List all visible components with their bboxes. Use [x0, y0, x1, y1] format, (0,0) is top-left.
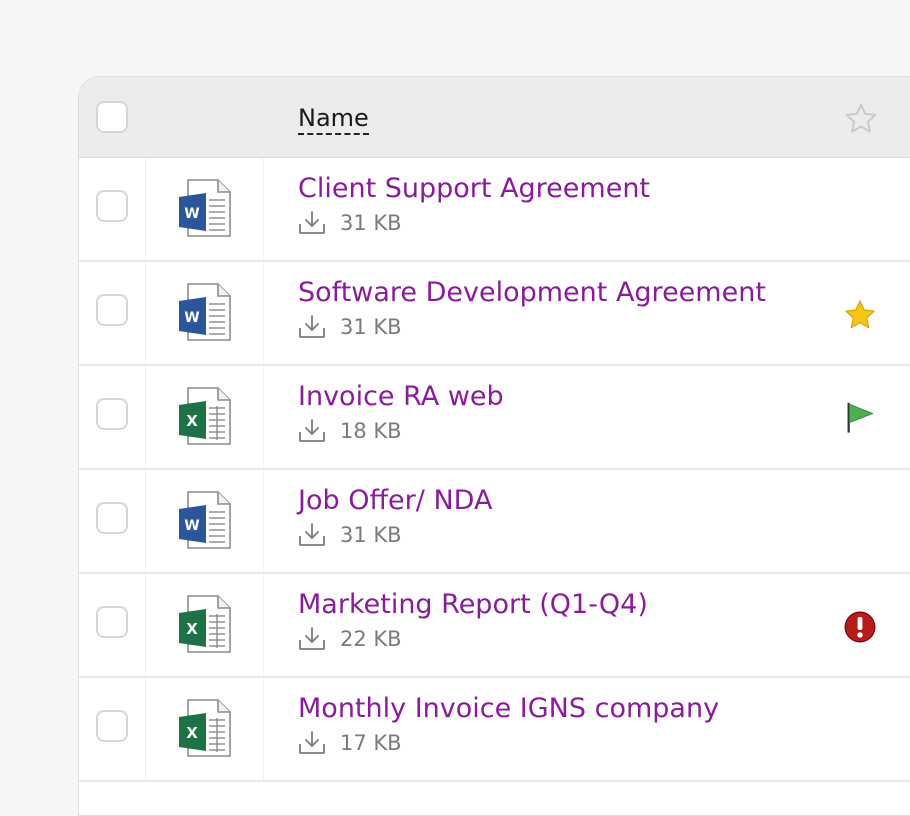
download-icon[interactable]	[298, 730, 326, 756]
row-checkbox[interactable]	[96, 710, 128, 742]
file-name-link[interactable]: Job Offer/ NDA	[298, 484, 492, 518]
file-name-link[interactable]: Client Support Agreement	[298, 172, 650, 206]
file-row[interactable]: X Marketing Report (Q1-Q4) 22 KB	[79, 574, 910, 678]
star-icon[interactable]	[843, 298, 877, 332]
file-size: 31 KB	[340, 523, 402, 547]
excel-file-icon: X	[179, 595, 231, 653]
file-row[interactable]: W Client Support Agreement 31 KB	[79, 158, 910, 262]
svg-text:X: X	[186, 620, 198, 638]
file-name-link[interactable]: Software Development Agreement	[298, 276, 766, 310]
flag-icon[interactable]	[843, 400, 877, 434]
row-checkbox[interactable]	[96, 502, 128, 534]
download-icon[interactable]	[298, 626, 326, 652]
file-size: 18 KB	[340, 419, 402, 443]
excel-file-icon: X	[179, 387, 231, 445]
file-row[interactable]: W Job Offer/ NDA 31 KB	[79, 470, 910, 574]
file-list-header: Name	[79, 77, 910, 158]
name-column-header[interactable]: Name	[298, 103, 369, 135]
svg-text:X: X	[186, 724, 198, 742]
word-file-icon: W	[179, 491, 231, 549]
svg-text:W: W	[184, 310, 199, 326]
star-outline-icon[interactable]	[843, 101, 879, 137]
file-meta: 18 KB	[298, 418, 402, 444]
row-checkbox[interactable]	[96, 398, 128, 430]
file-size: 31 KB	[340, 211, 402, 235]
svg-text:W: W	[184, 206, 199, 222]
file-meta: 22 KB	[298, 626, 402, 652]
download-icon[interactable]	[298, 522, 326, 548]
download-icon[interactable]	[298, 314, 326, 340]
file-meta: 31 KB	[298, 210, 402, 236]
excel-file-icon: X	[179, 699, 231, 757]
svg-text:X: X	[186, 412, 198, 430]
file-size: 31 KB	[340, 315, 402, 339]
file-meta: 31 KB	[298, 522, 402, 548]
file-name-link[interactable]: Marketing Report (Q1-Q4)	[298, 588, 648, 622]
download-icon[interactable]	[298, 210, 326, 236]
download-icon[interactable]	[298, 418, 326, 444]
select-all-checkbox[interactable]	[96, 101, 128, 133]
file-size: 22 KB	[340, 627, 402, 651]
file-name-link[interactable]: Invoice RA web	[298, 380, 504, 414]
row-checkbox[interactable]	[96, 606, 128, 638]
file-size: 17 KB	[340, 731, 402, 755]
svg-text:W: W	[184, 518, 199, 534]
row-checkbox[interactable]	[96, 294, 128, 326]
word-file-icon: W	[179, 283, 231, 341]
alert-icon[interactable]	[843, 610, 877, 644]
file-list-panel: Name W Client Support Agreement 31 KB W …	[78, 76, 910, 816]
file-row[interactable]: X Invoice RA web 18 KB	[79, 366, 910, 470]
file-row[interactable]: W Software Development Agreement 31 KB	[79, 262, 910, 366]
file-name-link[interactable]: Monthly Invoice IGNS company	[298, 692, 719, 726]
file-row[interactable]: X Monthly Invoice IGNS company 17 KB	[79, 678, 910, 782]
file-meta: 31 KB	[298, 314, 402, 340]
file-meta: 17 KB	[298, 730, 402, 756]
word-file-icon: W	[179, 179, 231, 237]
row-checkbox[interactable]	[96, 190, 128, 222]
